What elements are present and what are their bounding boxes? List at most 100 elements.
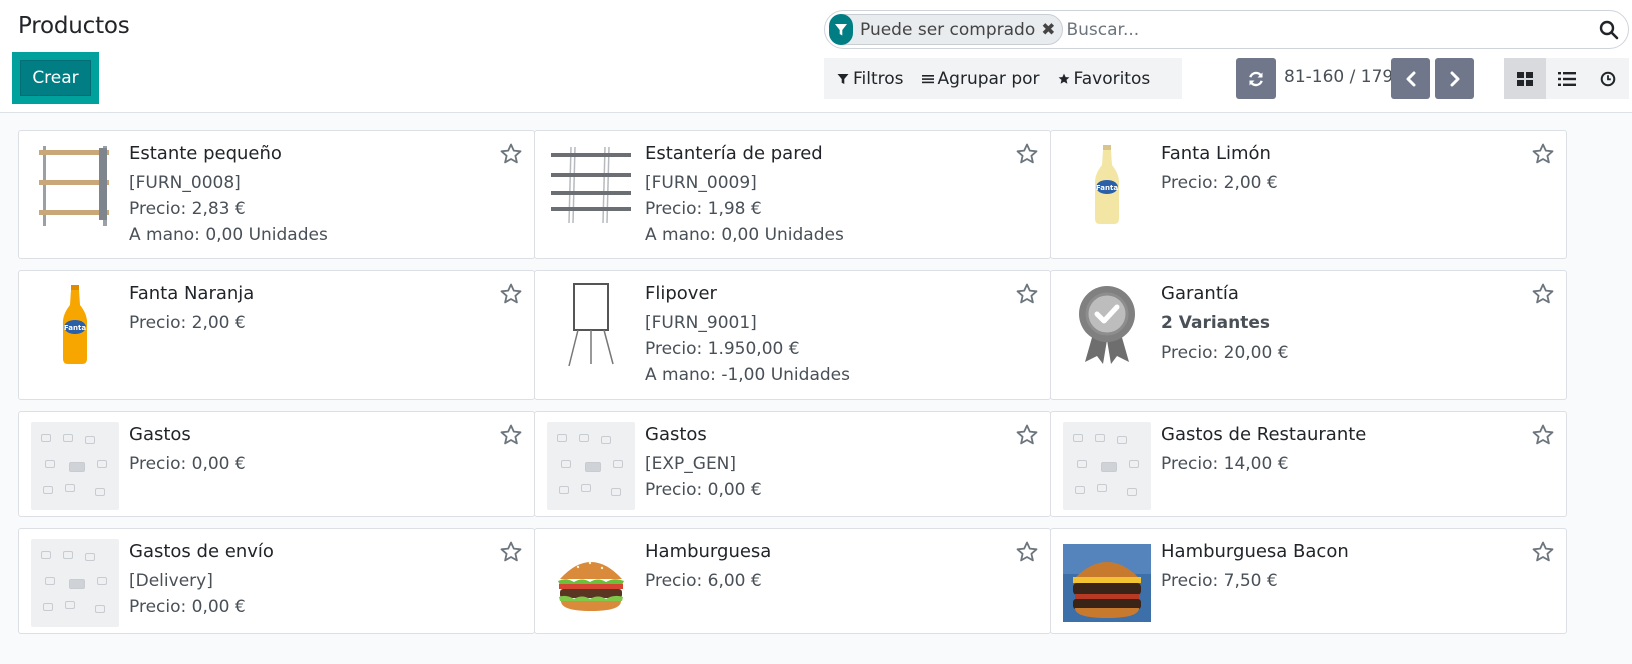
product-price: Precio: 6,00 € [645,571,762,591]
product-card[interactable]: Hamburguesa Bacon Precio: 7,50 € [1050,528,1567,634]
favorite-star-icon[interactable] [1531,282,1555,306]
chevron-right-icon [1450,71,1459,86]
funnel-icon [837,73,849,84]
product-card[interactable]: Fanta Fanta Naranja Precio: 2,00 € [18,270,535,400]
filters-button[interactable]: Filtros [837,69,904,89]
product-price: Precio: 14,00 € [1161,454,1289,474]
facet-remove-icon[interactable]: ✖ [1041,20,1055,40]
page-title: Productos [18,13,130,39]
product-price: Precio: 20,00 € [1161,343,1289,363]
product-price: Precio: 2,00 € [129,313,246,333]
product-code: [Delivery] [129,571,213,591]
search-facet[interactable]: Puede ser comprado ✖ [829,14,1063,45]
wall-shelf-image [547,141,635,229]
product-card[interactable]: Garantía 2 Variantes Precio: 20,00 € [1050,270,1567,400]
product-code: [EXP_GEN] [645,454,737,474]
favorite-star-icon[interactable] [1015,282,1039,306]
placeholder-image [547,422,635,510]
product-card[interactable]: Flipover [FURN_9001] Precio: 1.950,00 € … [534,270,1051,400]
product-price: Precio: 2,83 € [129,199,246,219]
favorite-star-icon[interactable] [1015,142,1039,166]
product-variants: 2 Variantes [1161,313,1271,333]
filters-label: Filtros [853,68,904,89]
product-name: Hamburguesa [645,541,772,562]
product-name: Fanta Naranja [129,283,255,304]
list-icon [1557,71,1576,86]
group-by-button[interactable]: Agrupar por [921,68,1040,89]
product-name: Gastos [645,424,707,445]
search-input[interactable] [1066,19,1567,40]
bacon-burger-image [1063,539,1151,627]
product-code: [FURN_0009] [645,173,757,193]
product-card[interactable]: Hamburguesa Precio: 6,00 € [534,528,1051,634]
product-price: Precio: 0,00 € [645,480,762,500]
facet-label: Puede ser comprado [860,19,1036,40]
create-button-focus-ring: Crear [12,52,99,104]
view-switcher [1504,58,1629,99]
product-card[interactable]: Gastos de Restaurante Precio: 14,00 € [1050,411,1567,517]
favorite-star-icon[interactable] [499,540,523,564]
pager-next-button[interactable] [1435,58,1474,99]
product-name: Garantía [1161,283,1239,304]
flipchart-image [547,281,635,369]
product-card[interactable]: Estante pequeño [FURN_0008] Precio: 2,83… [18,130,535,259]
product-price: Precio: 2,00 € [1161,173,1278,193]
favorite-star-icon[interactable] [1015,540,1039,564]
favorite-star-icon[interactable] [1531,540,1555,564]
orange-soda-image: Fanta [31,281,119,369]
placeholder-image [31,422,119,510]
product-name: Flipover [645,283,717,304]
filter-icon [829,14,853,45]
product-name: Estantería de pared [645,143,823,164]
favorite-star-icon[interactable] [1531,423,1555,447]
product-card[interactable]: Gastos de envío [Delivery] Precio: 0,00 … [18,528,535,634]
placeholder-image [1063,422,1151,510]
product-price: Precio: 7,50 € [1161,571,1278,591]
create-button[interactable]: Crear [20,60,91,96]
favorites-label: Favoritos [1073,68,1151,89]
product-name: Gastos [129,424,191,445]
product-card[interactable]: Fanta Fanta Limón Precio: 2,00 € [1050,130,1567,259]
product-card[interactable]: Estantería de pared [FURN_0009] Precio: … [534,130,1051,259]
favorite-star-icon[interactable] [499,282,523,306]
search-icon[interactable] [1598,19,1620,41]
pager-reload-button[interactable] [1236,58,1276,99]
pager-previous-button[interactable] [1391,58,1430,99]
svg-text:Fanta: Fanta [1096,184,1118,192]
activity-view-button[interactable] [1587,58,1629,99]
product-on-hand: A mano: -1,00 Unidades [645,365,850,385]
product-price: Precio: 1.950,00 € [645,339,800,359]
product-card[interactable]: Gastos [EXP_GEN] Precio: 0,00 € [534,411,1051,517]
product-name: Gastos de Restaurante [1161,424,1367,445]
shelf-image [31,141,119,229]
favorite-star-icon[interactable] [499,423,523,447]
favorite-star-icon[interactable] [1015,423,1039,447]
clock-icon [1600,71,1616,86]
badge-image [1063,281,1151,369]
product-name: Gastos de envío [129,541,274,562]
product-on-hand: A mano: 0,00 Unidades [129,225,328,245]
product-price: Precio: 1,98 € [645,199,762,219]
chevron-left-icon [1406,71,1415,86]
product-code: [FURN_9001] [645,313,757,333]
favorite-star-icon[interactable] [1531,142,1555,166]
favorite-star-icon[interactable] [499,142,523,166]
product-name: Estante pequeño [129,143,282,164]
pager-value[interactable]: 81-160 / 179 [1284,67,1393,87]
svg-text:Fanta: Fanta [64,324,86,332]
control-panel: Productos Crear Puede ser comprado ✖ Fil… [0,0,1632,113]
kanban-view-button[interactable] [1504,58,1546,99]
burger-image [547,539,635,627]
product-code: [FURN_0008] [129,173,241,193]
refresh-icon [1249,71,1263,86]
product-on-hand: A mano: 0,00 Unidades [645,225,844,245]
product-name: Fanta Limón [1161,143,1271,164]
search-options-bar: Filtros Agrupar por Favoritos [824,58,1182,99]
product-card[interactable]: Gastos Precio: 0,00 € [18,411,535,517]
search-bar[interactable]: Puede ser comprado ✖ [824,10,1629,49]
group-by-label: Agrupar por [937,68,1040,89]
favorites-button[interactable]: Favoritos [1058,68,1151,89]
list-view-button[interactable] [1546,58,1588,99]
product-price: Precio: 0,00 € [129,597,246,617]
product-name: Hamburguesa Bacon [1161,541,1349,562]
